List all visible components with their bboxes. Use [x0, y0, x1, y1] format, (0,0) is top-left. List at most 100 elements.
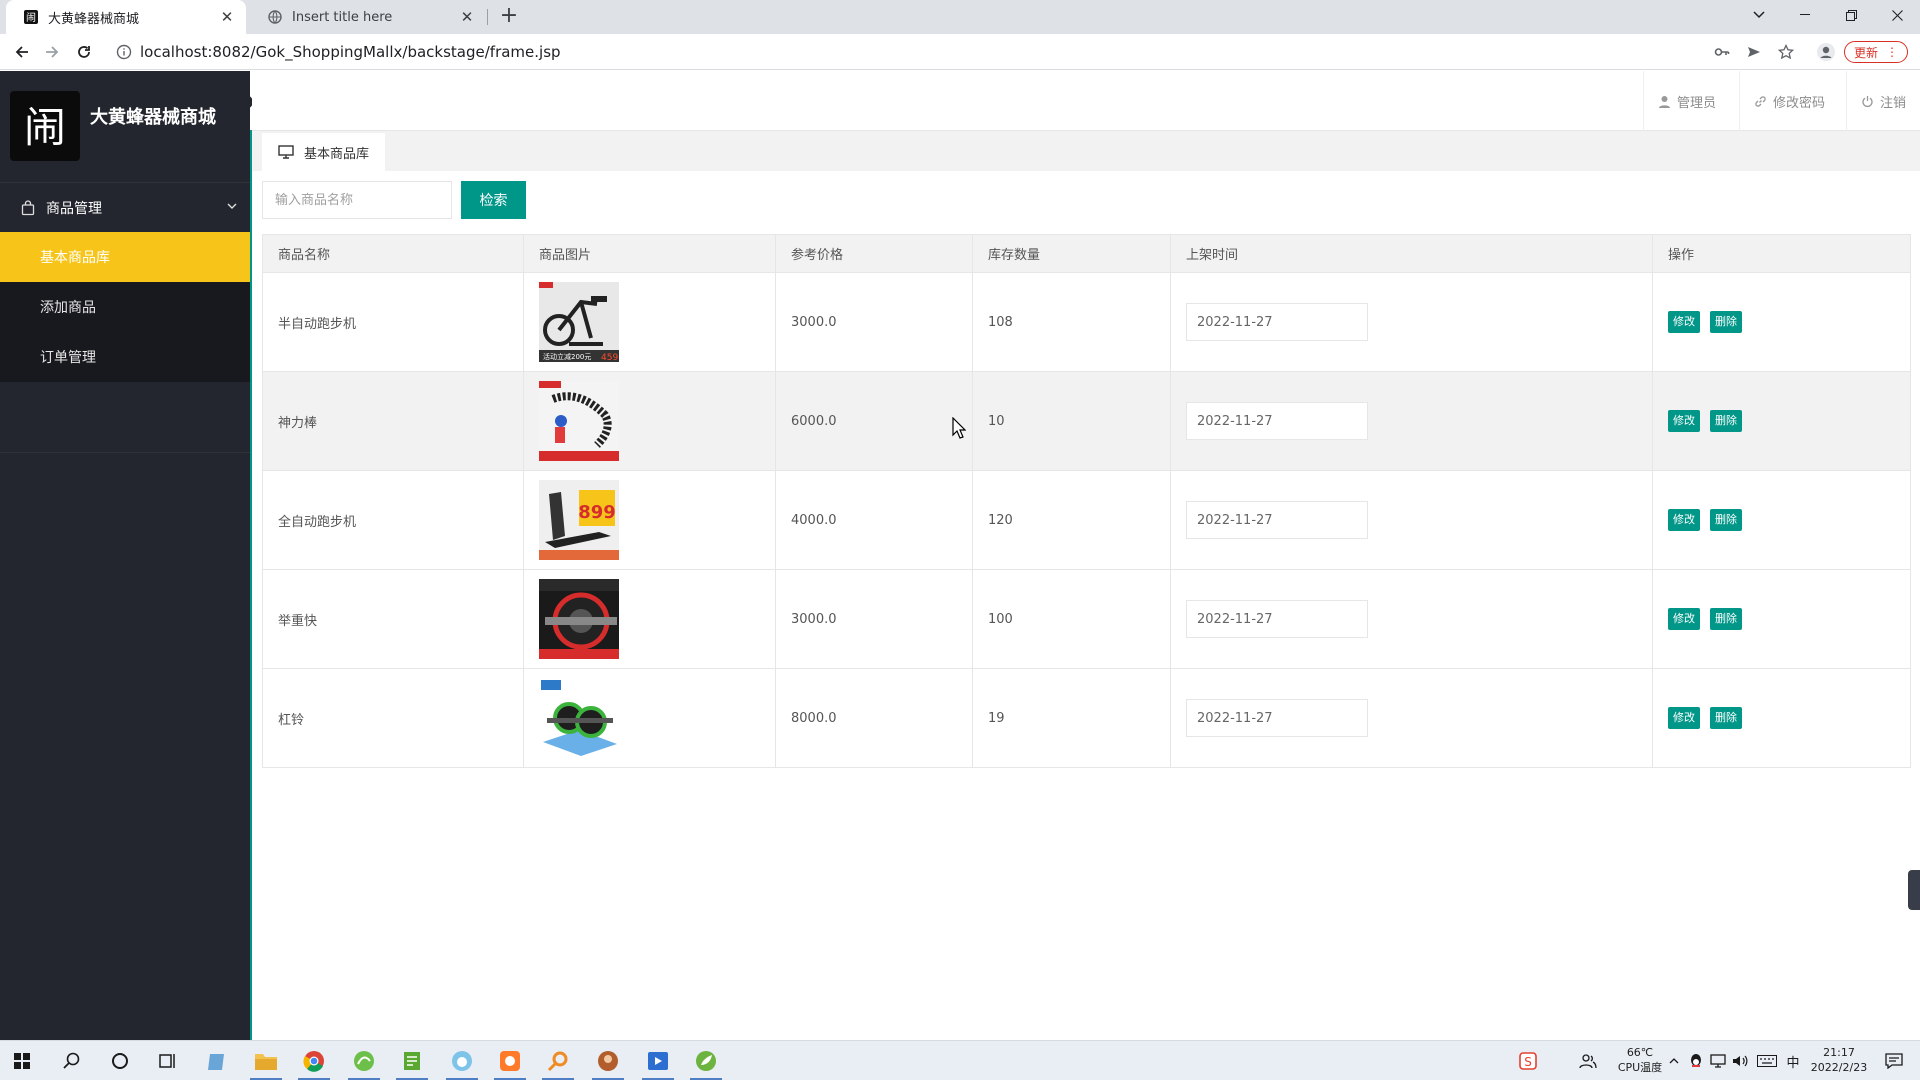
browser-tab-inactive[interactable]: Insert title here ✕	[250, 0, 486, 34]
qq-icon[interactable]	[1686, 1041, 1706, 1080]
goods-table: 商品名称 商品图片 参考价格 库存数量 上架时间 操作 半自动跑步机 活动立减2…	[262, 234, 1911, 768]
cortana-icon[interactable]	[98, 1041, 142, 1080]
info-icon[interactable]	[116, 44, 132, 60]
goods-price: 8000.0	[775, 668, 973, 768]
restore-button[interactable]	[1828, 0, 1874, 30]
date-field[interactable]: 2022-11-27	[1186, 501, 1368, 539]
sidebar-item-basic-goods[interactable]: 基本商品库	[0, 232, 250, 282]
people-icon[interactable]	[1566, 1041, 1610, 1080]
send-icon[interactable]	[1742, 40, 1766, 64]
tab-basic-goods[interactable]: 基本商品库	[262, 133, 386, 171]
delete-button[interactable]: 删除	[1710, 311, 1742, 333]
sidebar-item-label: 添加商品	[40, 300, 96, 316]
page-tab-label: 基本商品库	[304, 146, 370, 162]
goods-date-cell: 2022-11-27	[1170, 668, 1653, 768]
star-icon[interactable]	[1774, 40, 1798, 64]
profile-avatar[interactable]	[1814, 40, 1838, 64]
close-icon[interactable]: ✕	[218, 8, 236, 26]
submenu: 基本商品库 添加商品 订单管理	[0, 232, 250, 382]
actions-cell: 修改 删除	[1652, 371, 1911, 471]
app-icon-bird[interactable]	[440, 1041, 484, 1080]
app-icon-spring[interactable]	[684, 1041, 728, 1080]
update-button[interactable]: 更新 ⋮	[1844, 41, 1908, 63]
column-header: 商品名称	[262, 234, 524, 273]
app-icon-green[interactable]	[342, 1041, 386, 1080]
admin-link[interactable]: 管理员	[1643, 71, 1730, 131]
app-icon-video[interactable]	[636, 1041, 680, 1080]
edit-button[interactable]: 修改	[1668, 311, 1700, 333]
date-field[interactable]: 2022-11-27	[1186, 303, 1368, 341]
logout-link[interactable]: 注销	[1846, 71, 1920, 131]
new-tab-button[interactable]: +	[496, 5, 522, 29]
app-icon-avatar[interactable]	[586, 1041, 630, 1080]
edit-button[interactable]: 修改	[1668, 509, 1700, 531]
chevron-up-icon[interactable]	[1664, 1041, 1684, 1080]
date-field[interactable]: 2022-11-27	[1186, 600, 1368, 638]
goods-image-cell: 899	[523, 470, 776, 570]
task-view-icon[interactable]	[146, 1041, 190, 1080]
notification-icon[interactable]	[1874, 1041, 1914, 1080]
close-icon[interactable]: ✕	[458, 8, 476, 26]
windows-start-icon[interactable]	[0, 1041, 44, 1080]
side-float-tab[interactable]	[1908, 870, 1920, 910]
key-icon[interactable]	[1710, 40, 1734, 64]
search-icon[interactable]	[50, 1041, 94, 1080]
goods-image-cell	[523, 668, 776, 768]
app-icon-notes[interactable]	[390, 1041, 434, 1080]
file-explorer-icon[interactable]	[244, 1041, 288, 1080]
power-twister-image	[539, 381, 619, 461]
sidebar: 闹 大黄蜂器械商城 商品管理 基本商品库 添加商品 订单管理	[0, 71, 250, 1040]
user-icon	[1659, 95, 1670, 108]
table-row: 杠铃 8000.0 19 2022-11-27 修改 删除	[262, 668, 1911, 768]
page-tab-strip: 基本商品库	[252, 131, 1920, 171]
edit-button[interactable]: 修改	[1668, 608, 1700, 630]
network-icon[interactable]	[1708, 1041, 1728, 1080]
app-icon-search-tool[interactable]	[536, 1041, 580, 1080]
browser-tab-active[interactable]: 闹 大黄蜂器械商城 ✕	[6, 0, 246, 34]
keyboard-icon[interactable]	[1754, 1041, 1780, 1080]
delete-button[interactable]: 删除	[1710, 410, 1742, 432]
goods-name: 全自动跑步机	[262, 470, 524, 570]
reload-icon[interactable]	[72, 40, 96, 64]
chrome-icon[interactable]	[292, 1041, 336, 1080]
logout-label: 注销	[1880, 95, 1907, 111]
date-field[interactable]: 2022-11-27	[1186, 699, 1368, 737]
volume-icon[interactable]	[1730, 1041, 1750, 1080]
tab-separator	[487, 9, 488, 25]
back-icon[interactable]	[10, 40, 34, 64]
date-field[interactable]: 2022-11-27	[1186, 402, 1368, 440]
table-header-row: 商品名称 商品图片 参考价格 库存数量 上架时间 操作	[262, 234, 1911, 273]
update-label: 更新	[1853, 45, 1878, 60]
delete-button[interactable]: 删除	[1710, 509, 1742, 531]
app-icon-notepad[interactable]	[196, 1041, 240, 1080]
app-tray-icon[interactable]: S	[1506, 1041, 1550, 1080]
search-input[interactable]	[262, 181, 452, 219]
cpu-temp-label: CPU温度	[1617, 1061, 1663, 1074]
delete-button[interactable]: 删除	[1710, 707, 1742, 729]
close-window-button[interactable]	[1874, 0, 1920, 30]
menu-group-goods[interactable]: 商品管理	[0, 182, 250, 232]
tab-search-icon[interactable]	[1736, 0, 1782, 30]
address-bar[interactable]: localhost:8082/Gok_ShoppingMallx/backsta…	[108, 38, 1798, 66]
clock[interactable]: 21:17 2022/2/23	[1804, 1045, 1874, 1075]
goods-image-cell	[523, 371, 776, 471]
sidebar-item-add-goods[interactable]: 添加商品	[0, 282, 250, 332]
search-button[interactable]: 检索	[461, 181, 526, 219]
goods-date-cell: 2022-11-27	[1170, 470, 1653, 570]
menu-group-label: 商品管理	[46, 200, 102, 217]
cpu-temperature: 66℃ CPU温度	[1610, 1045, 1670, 1075]
app-icon-orange[interactable]	[488, 1041, 532, 1080]
goods-date-cell: 2022-11-27	[1170, 371, 1653, 471]
edit-button[interactable]: 修改	[1668, 707, 1700, 729]
minimize-button[interactable]	[1782, 0, 1828, 30]
forward-icon[interactable]	[40, 40, 64, 64]
delete-button[interactable]: 删除	[1710, 608, 1742, 630]
change-password-link[interactable]: 修改密码	[1739, 71, 1839, 131]
sidebar-item-orders[interactable]: 订单管理	[0, 332, 250, 382]
table-row: 全自动跑步机 899 4000.0 120 2022-11-27 修改 删除	[262, 470, 1911, 570]
bag-icon	[21, 199, 35, 215]
brand-name: 大黄蜂器械商城	[90, 107, 216, 128]
edit-button[interactable]: 修改	[1668, 410, 1700, 432]
ime-indicator[interactable]: 中	[1782, 1041, 1804, 1080]
link-icon	[1755, 95, 1766, 107]
